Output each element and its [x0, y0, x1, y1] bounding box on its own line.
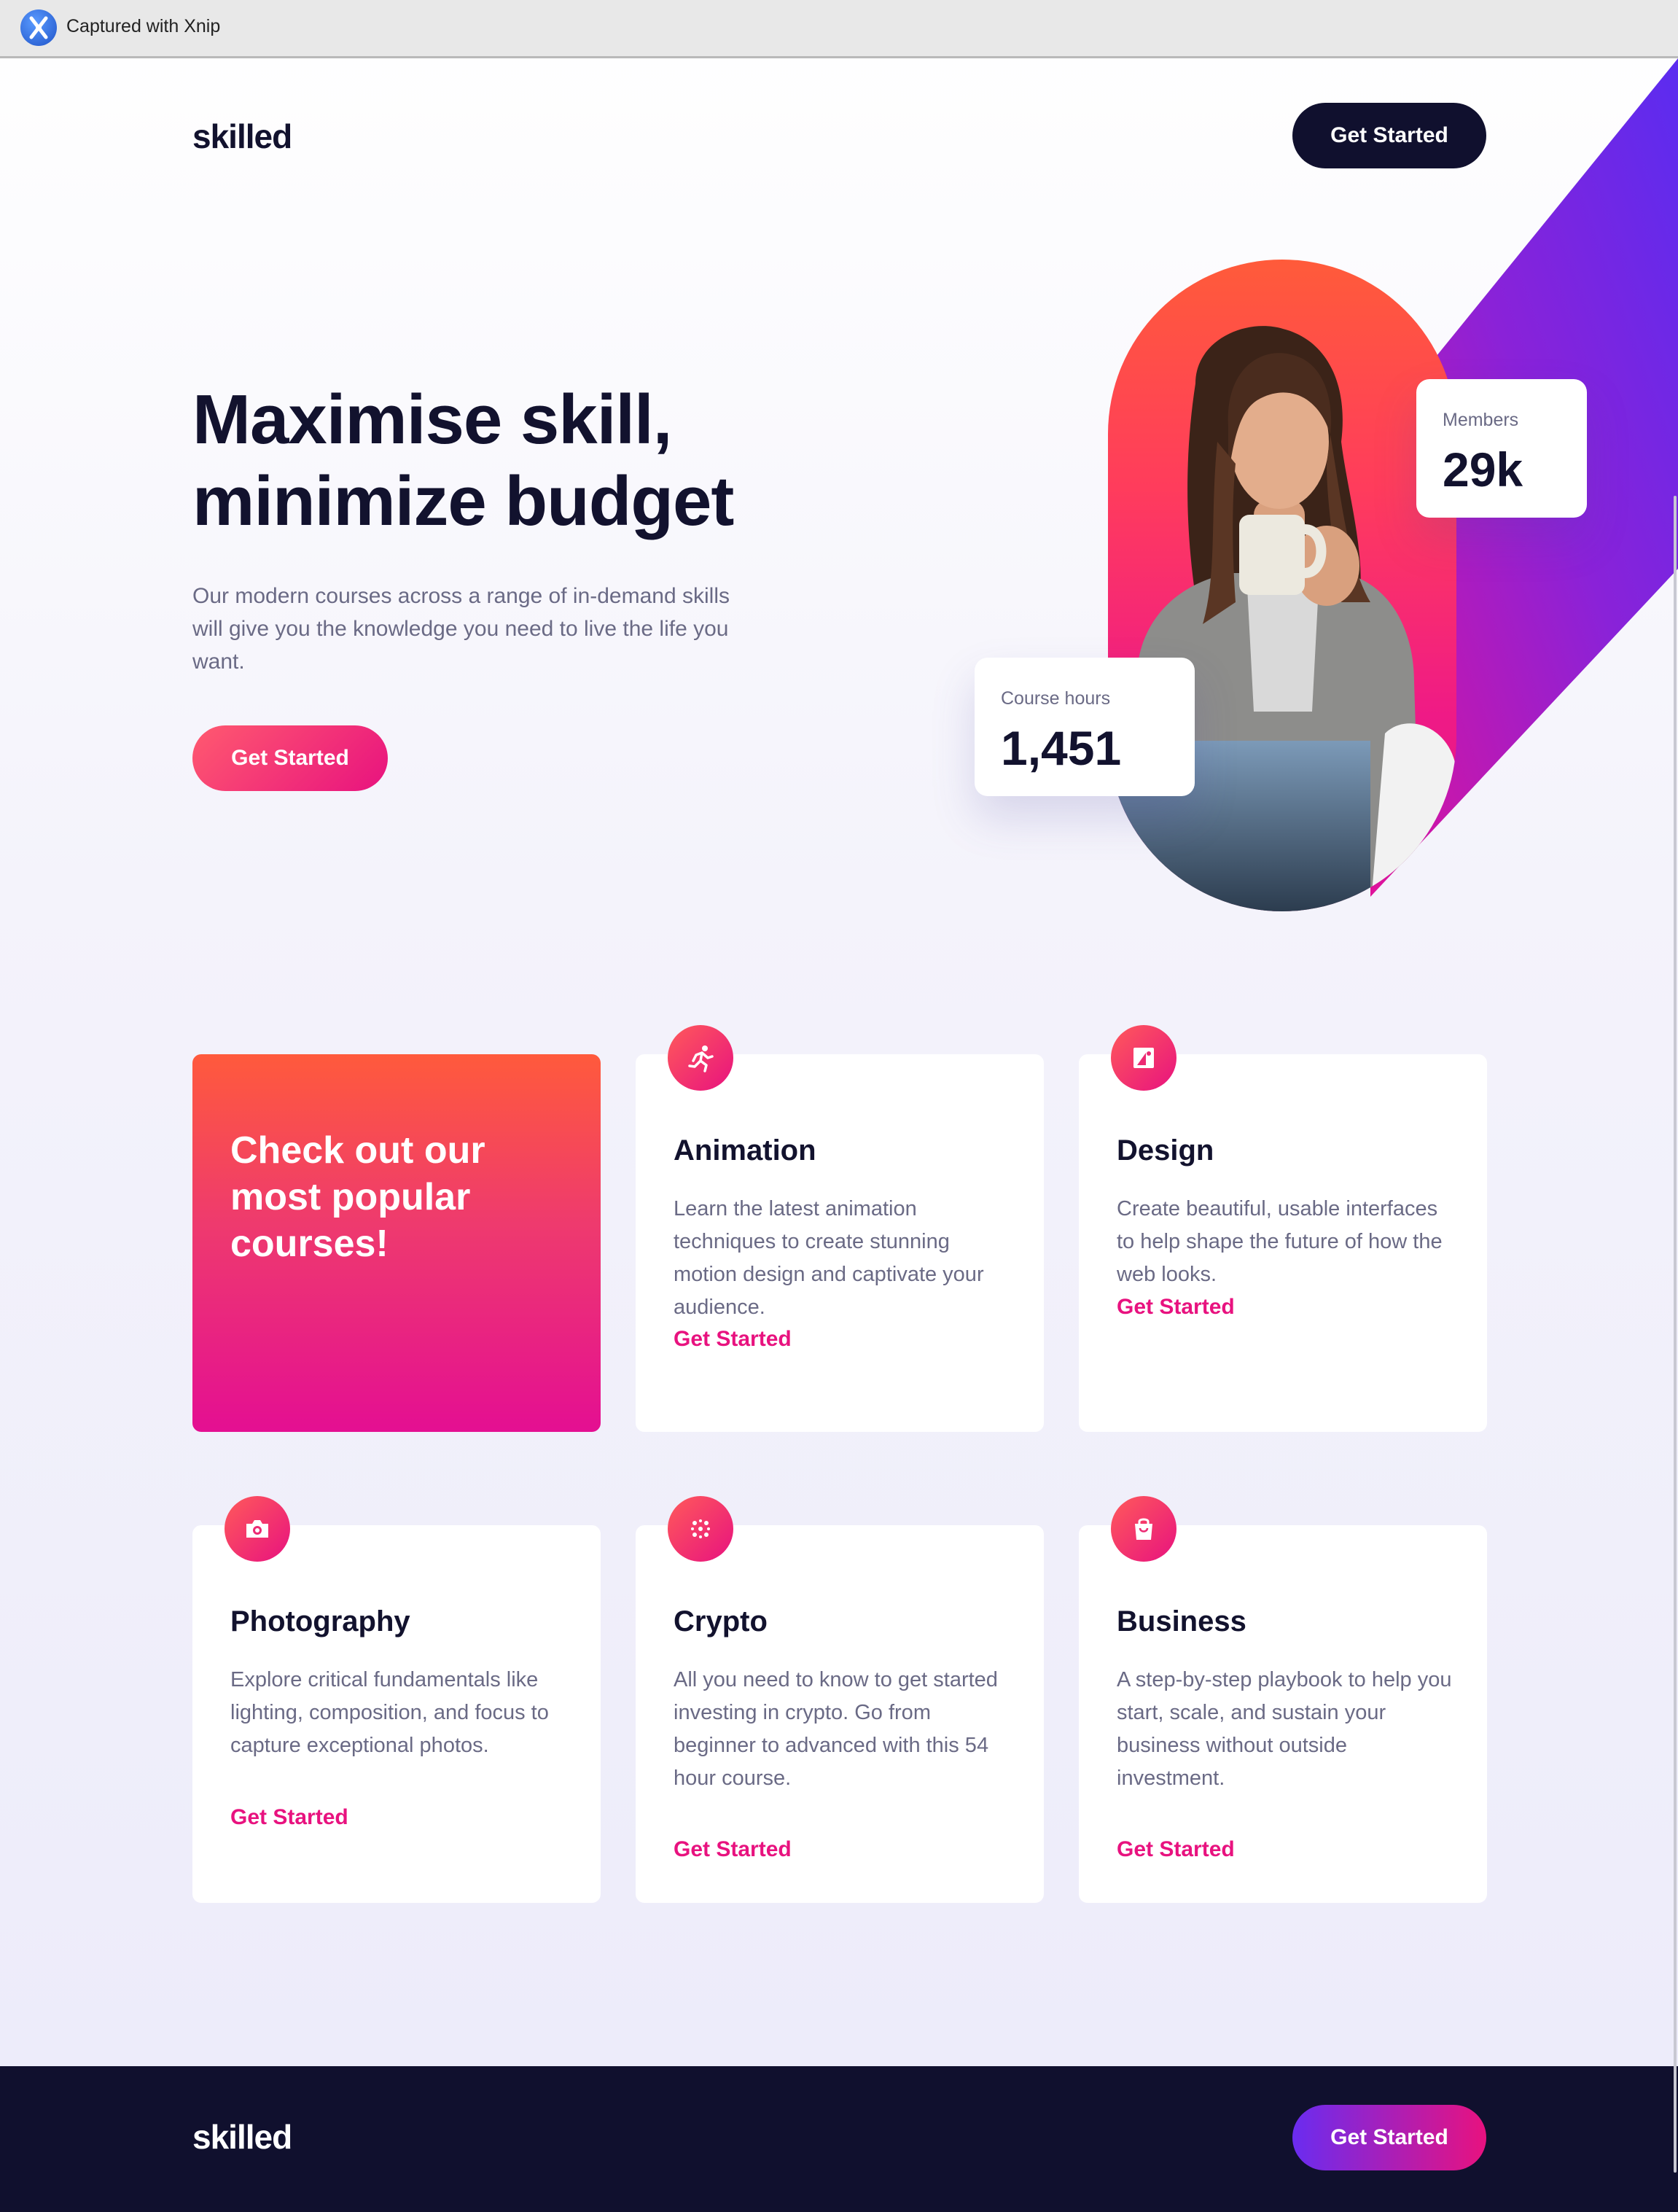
hero-title: Maximise skill, minimize budget	[192, 379, 848, 542]
course-hours-stat-card: Course hours 1,451	[975, 658, 1195, 796]
course-description: Learn the latest animation techniques to…	[674, 1197, 984, 1319]
course-card-design: Design Create beautiful, usable interfac…	[1079, 1025, 1487, 1432]
course-title: Business	[1117, 1605, 1246, 1637]
scrollbar-thumb[interactable]	[1674, 496, 1677, 2173]
hero-title-line2: minimize budget	[192, 462, 734, 540]
course-title: Photography	[230, 1605, 410, 1637]
popular-courses-feature-card: Check out our most popular courses!	[192, 1054, 601, 1432]
course-get-started-link[interactable]: Get Started	[674, 1837, 792, 1862]
capture-label: Captured with Xnip	[66, 16, 221, 36]
header-logo[interactable]: skilled	[192, 117, 292, 156]
course-card-business: Business A step-by-step playbook to help…	[1079, 1496, 1487, 1903]
header-get-started-button[interactable]: Get Started	[1292, 103, 1486, 168]
footer-logo[interactable]: skilled	[192, 2117, 292, 2157]
running-figure-icon	[668, 1025, 733, 1091]
hero-photo	[1108, 260, 1456, 911]
shopping-bag-icon	[1111, 1496, 1176, 1562]
xnip-logo-icon	[20, 9, 57, 46]
camera-icon	[225, 1496, 290, 1562]
woman-drinking-coffee-illustration	[1108, 326, 1456, 911]
members-stat-label: Members	[1443, 410, 1519, 430]
course-hours-stat-value: 1,451	[1001, 721, 1122, 775]
course-get-started-link[interactable]: Get Started	[1117, 1295, 1235, 1320]
course-title: Crypto	[674, 1605, 768, 1637]
footer: skilled Get Started	[0, 2066, 1678, 2212]
course-description: Explore critical fundamentals like light…	[230, 1668, 549, 1757]
course-hours-stat-label: Course hours	[1001, 688, 1111, 709]
landing-page: skilled Get Started Maximise skill, mini…	[0, 58, 1678, 2212]
page-scrollbar[interactable]	[1672, 219, 1678, 2173]
hero-description: Our modern courses across a range of in-…	[192, 584, 730, 674]
course-title: Animation	[674, 1134, 816, 1167]
course-get-started-link[interactable]: Get Started	[1117, 1837, 1235, 1862]
hero-get-started-button[interactable]: Get Started	[192, 725, 388, 791]
popular-courses-heading: Check out our most popular courses!	[230, 1129, 485, 1265]
hero-title-line1: Maximise skill,	[192, 381, 672, 459]
capture-bar: Captured with Xnip	[0, 0, 1678, 58]
course-description: All you need to know to get started inve…	[674, 1668, 998, 1790]
course-description: A step-by-step playbook to help you star…	[1117, 1668, 1452, 1790]
course-description: Create beautiful, usable interfaces to h…	[1117, 1197, 1443, 1286]
crypto-dots-icon	[668, 1496, 733, 1562]
course-title: Design	[1117, 1134, 1214, 1167]
course-card-photography: Photography Explore critical fundamental…	[192, 1496, 601, 1903]
course-card-crypto: Crypto All you need to know to get start…	[636, 1496, 1044, 1903]
course-card-animation: Animation Learn the latest animation tec…	[636, 1025, 1044, 1432]
design-shapes-icon	[1111, 1025, 1176, 1091]
members-stat-value: 29k	[1443, 443, 1523, 496]
members-stat-card: Members 29k	[1416, 379, 1587, 518]
footer-get-started-button[interactable]: Get Started	[1292, 2105, 1486, 2170]
course-get-started-link[interactable]: Get Started	[230, 1805, 348, 1830]
course-get-started-link[interactable]: Get Started	[674, 1327, 792, 1352]
